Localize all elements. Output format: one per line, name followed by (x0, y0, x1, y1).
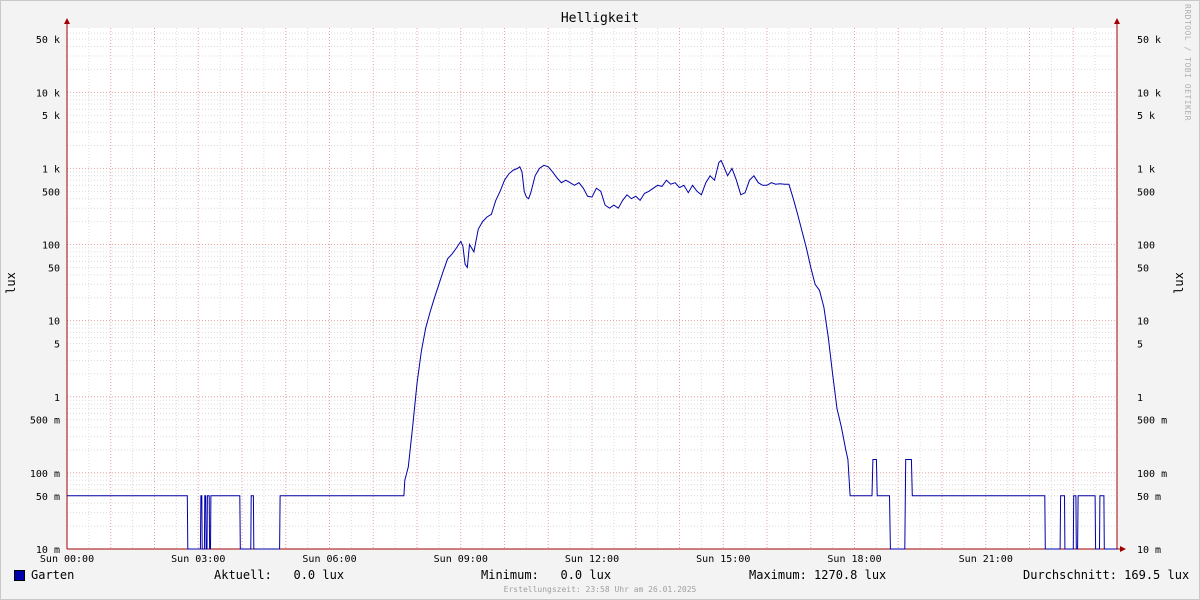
y-tick-label-left: 500 m (30, 416, 60, 427)
stat-maximum: Maximum: 1270.8 lux (749, 568, 887, 582)
y-tick-label-left: 100 m (30, 469, 60, 480)
y-tick-label-right: 50 k (1137, 35, 1161, 46)
y-tick-label-right: 5 (1137, 340, 1143, 351)
plot-area: 50 k 50 k 10 k 10 k 5 k 5 k 1 k 1 k 500 500 100 100… (30, 18, 1167, 565)
y-tick-label-right: 10 (1137, 317, 1149, 328)
x-axis-arrow (1120, 546, 1126, 552)
stat-minimum: Minimum: 0.0 lux (481, 568, 612, 582)
y-axis-right-arrow (1114, 18, 1120, 24)
y-tick-label-right: 500 (1137, 187, 1155, 198)
y-tick-label-right: 10 m (1137, 545, 1161, 556)
y-tick-label-left: 100 (42, 241, 60, 252)
x-tick-label: Sun 12:00 (565, 554, 619, 565)
x-tick-label: Sun 00:00 (40, 554, 94, 565)
y-axis-left-arrow (64, 18, 70, 24)
y-tick-label-left: 500 (42, 187, 60, 198)
y-tick-label-right: 500 m (1137, 416, 1167, 427)
x-tick-label: Sun 06:00 (302, 554, 356, 565)
footer-timestamp: Erstellungszeit: 23:58 Uhr am 26.01.2025 (503, 585, 697, 594)
y-tick-label-left: 10 k (36, 88, 60, 99)
y-tick-label-right: 100 m (1137, 469, 1167, 480)
y-tick-label-left: 10 (48, 317, 60, 328)
legend-label: Garten (31, 568, 75, 582)
x-tick-label: Sun 09:00 (434, 554, 488, 565)
y-tick-label-left: 5 (54, 340, 60, 351)
stat-aktuell: Aktuell: 0.0 lux (214, 568, 345, 582)
y-tick-label-left: 1 (54, 393, 60, 404)
x-tick-label: Sun 18:00 (827, 554, 881, 565)
y-tick-label-left: 5 k (42, 111, 60, 122)
y-tick-label-right: 10 k (1137, 88, 1161, 99)
x-tick-label: Sun 21:00 (959, 554, 1013, 565)
y-tick-label-right: 5 k (1137, 111, 1155, 122)
y-tick-label-right: 100 (1137, 241, 1155, 252)
y-tick-label-left: 1 k (42, 164, 60, 175)
y-tick-label-left: 50 (48, 263, 60, 274)
y-tick-label-right: 50 (1137, 263, 1149, 274)
legend-swatch (14, 569, 25, 581)
y-tick-label-right: 1 k (1137, 164, 1155, 175)
legend: Garten (14, 568, 74, 582)
x-tick-label: Sun 03:00 (171, 554, 225, 565)
x-tick-label: Sun 15:00 (696, 554, 750, 565)
y-tick-label-left: 50 m (36, 492, 60, 503)
stat-durchschnitt: Durchschnitt: 169.5 lux (1023, 568, 1190, 582)
y-tick-label-right: 1 (1137, 393, 1143, 404)
y-tick-label-left: 50 k (36, 35, 60, 46)
y-tick-label-right: 50 m (1137, 492, 1161, 503)
